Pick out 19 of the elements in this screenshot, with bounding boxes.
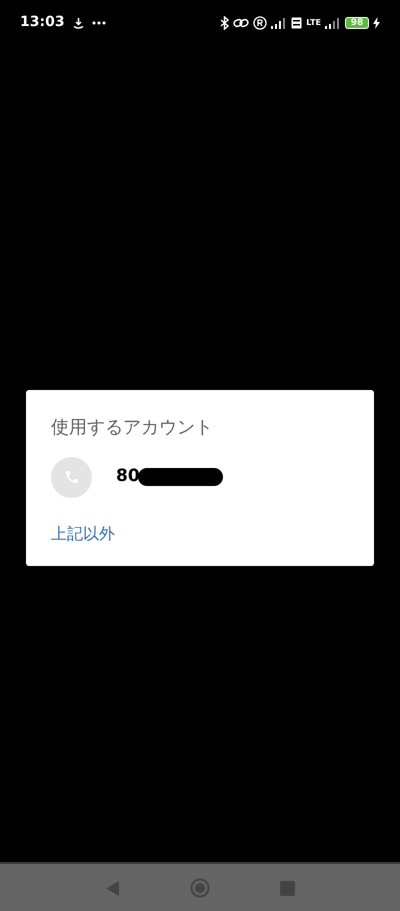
link-icon — [233, 16, 250, 28]
registered-icon — [253, 16, 268, 30]
status-time: 13:03 — [20, 13, 65, 32]
other-account-link[interactable]: 上記以外 — [51, 522, 115, 546]
home-icon — [190, 878, 210, 898]
signal-icon — [271, 16, 288, 28]
battery-indicator: 98 — [345, 16, 369, 28]
network-type: LTE — [306, 18, 321, 26]
signal-icon — [325, 16, 341, 28]
phone-number[interactable]: 80 — [116, 464, 140, 490]
bluetooth-icon — [220, 16, 230, 30]
download-icon — [72, 16, 84, 28]
phone-avatar[interactable] — [51, 456, 92, 498]
recents-icon — [280, 880, 294, 896]
volte-icon — [291, 16, 302, 28]
dialog-title: 使用するアカウント — [51, 416, 214, 440]
more-icon — [92, 20, 106, 24]
back-icon — [106, 880, 120, 896]
phone-icon — [64, 469, 80, 485]
